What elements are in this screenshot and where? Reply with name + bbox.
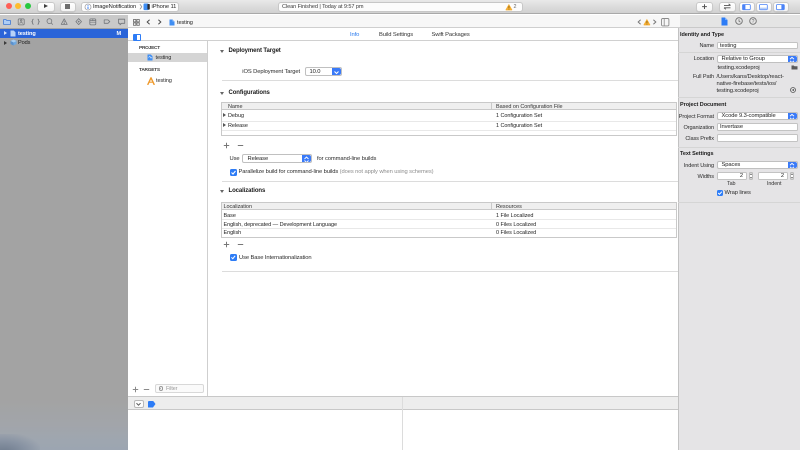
svg-text:?: ? (751, 19, 754, 25)
